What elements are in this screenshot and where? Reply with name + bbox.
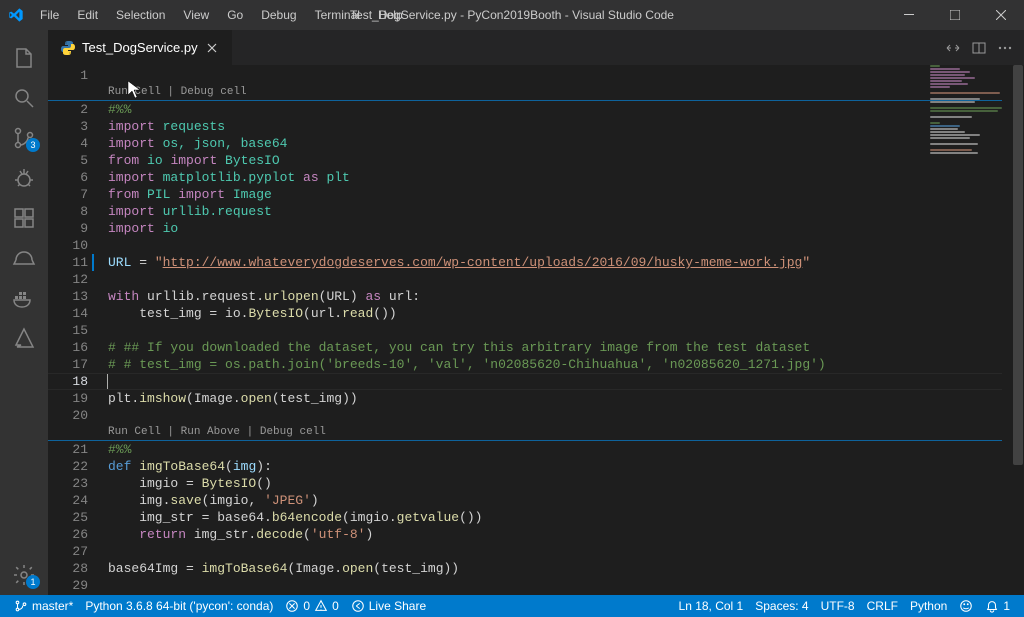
window-controls	[886, 0, 1024, 30]
tabs-bar: Test_DogService.py	[48, 30, 1024, 65]
window-title: Test_DogService.py - PyCon2019Booth - Vi…	[350, 8, 674, 22]
maximize-button[interactable]	[932, 0, 978, 30]
status-branch[interactable]: master*	[8, 595, 79, 617]
run-cell-link[interactable]: Run Cell	[108, 86, 161, 98]
tab-label: Test_DogService.py	[82, 40, 198, 55]
search-icon[interactable]	[0, 78, 48, 118]
debug-icon[interactable]	[0, 158, 48, 198]
status-spaces[interactable]: Spaces: 4	[749, 595, 814, 617]
activity-bar: 3 1	[0, 30, 48, 595]
menu-go[interactable]: Go	[219, 4, 251, 26]
status-eol[interactable]: CRLF	[861, 595, 904, 617]
status-language[interactable]: Python	[904, 595, 953, 617]
gutter: 1 2 3 4 5 6 7 8 9 10 11 12 13 14 15 16 1…	[48, 65, 108, 595]
more-icon[interactable]	[994, 37, 1016, 59]
docker-icon[interactable]	[0, 278, 48, 318]
title-bar: File Edit Selection View Go Debug Termin…	[0, 0, 1024, 30]
menu-file[interactable]: File	[32, 4, 67, 26]
app-logo	[8, 7, 24, 23]
source-control-icon[interactable]: 3	[0, 118, 48, 158]
editor-actions	[942, 37, 1024, 59]
azure-icon[interactable]	[0, 318, 48, 358]
status-feedback[interactable]	[953, 595, 979, 617]
debug-cell-link[interactable]: Debug cell	[260, 426, 326, 438]
remote-icon[interactable]	[0, 238, 48, 278]
status-problems[interactable]: 0 0	[279, 595, 344, 617]
editor-content[interactable]: 1 2 3 4 5 6 7 8 9 10 11 12 13 14 15 16 1…	[48, 65, 1024, 595]
menu-debug[interactable]: Debug	[253, 4, 304, 26]
status-lncol[interactable]: Ln 18, Col 1	[673, 595, 750, 617]
scm-badge: 3	[26, 138, 40, 152]
tab-close-icon[interactable]	[204, 40, 220, 56]
debug-cell-link[interactable]: Debug cell	[181, 86, 247, 98]
compare-icon[interactable]	[942, 37, 964, 59]
codelens-cell2: Run Cell | Run Above | Debug cell	[108, 424, 1024, 441]
split-icon[interactable]	[968, 37, 990, 59]
status-encoding[interactable]: UTF-8	[815, 595, 861, 617]
codelens-cell1: Run Cell | Debug cell	[108, 84, 1024, 101]
status-notifications[interactable]: 1	[979, 595, 1016, 617]
status-bar: master* Python 3.6.8 64-bit ('pycon': co…	[0, 595, 1024, 617]
extensions-icon[interactable]	[0, 198, 48, 238]
editor-area: Test_DogService.py 1 2 3 4 5 6 7 8	[48, 30, 1024, 595]
code[interactable]: Run Cell | Debug cell #%% import request…	[108, 65, 1024, 595]
settings-icon[interactable]: 1	[0, 555, 48, 595]
menu-view[interactable]: View	[175, 4, 217, 26]
tab-active[interactable]: Test_DogService.py	[48, 30, 233, 65]
menu-selection[interactable]: Selection	[108, 4, 173, 26]
scrollbar[interactable]	[1010, 65, 1024, 595]
scrollbar-thumb[interactable]	[1013, 65, 1023, 465]
explorer-icon[interactable]	[0, 38, 48, 78]
settings-badge: 1	[26, 575, 40, 589]
close-button[interactable]	[978, 0, 1024, 30]
main: 3 1 Test_DogService.py	[0, 30, 1024, 595]
menu-edit[interactable]: Edit	[69, 4, 106, 26]
status-liveshare[interactable]: Live Share	[345, 595, 432, 617]
python-file-icon	[60, 40, 76, 56]
run-above-link[interactable]: Run Above	[181, 426, 240, 438]
minimize-button[interactable]	[886, 0, 932, 30]
run-cell-link[interactable]: Run Cell	[108, 426, 161, 438]
status-python[interactable]: Python 3.6.8 64-bit ('pycon': conda)	[79, 595, 279, 617]
